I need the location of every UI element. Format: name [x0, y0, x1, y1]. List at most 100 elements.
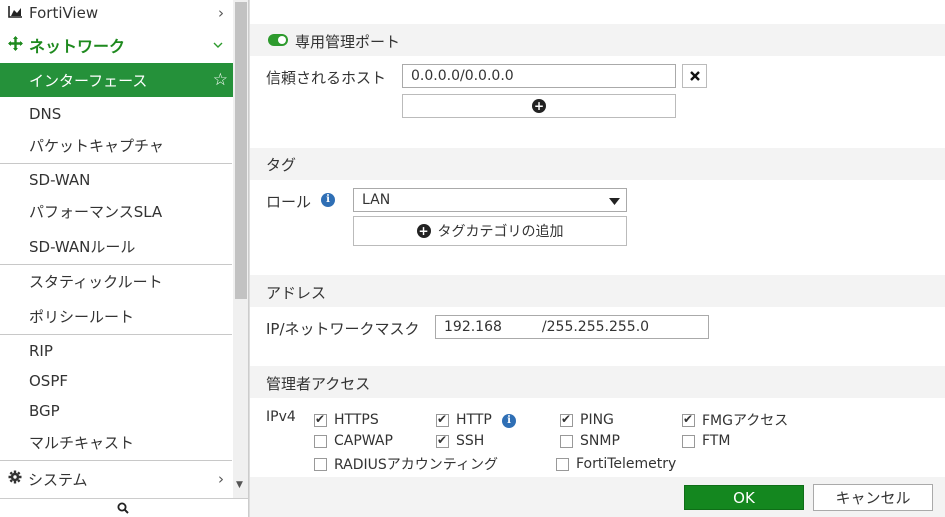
gear-icon: [8, 470, 22, 488]
sidebar-item-label: DNS: [29, 105, 62, 123]
role-label: ロール: [266, 193, 312, 211]
search-icon[interactable]: [117, 502, 129, 514]
sidebar-search-bar[interactable]: [0, 498, 248, 517]
admin-access-section-title: 管理者アクセス: [266, 375, 371, 393]
sidebar-item-policy-routes[interactable]: ポリシールート: [0, 300, 233, 332]
tags-section-band: [250, 148, 945, 180]
checkbox-box: [682, 434, 695, 448]
access-label: RADIUSアカウンティング: [334, 457, 498, 473]
sidebar-item-dns[interactable]: DNS: [0, 98, 233, 130]
trusted-host-input[interactable]: 0.0.0.0/0.0.0.0: [402, 64, 676, 88]
access-label: FMGアクセス: [702, 413, 789, 429]
sidebar-item-rip[interactable]: RIP: [0, 336, 233, 366]
access-radius-checkbox[interactable]: RADIUSアカウンティング: [314, 454, 498, 474]
scrollbar-thumb[interactable]: [235, 2, 247, 299]
access-label: PING: [580, 412, 614, 428]
checkbox-box: [314, 434, 327, 448]
interface-edit-form: 専用管理ポート 信頼されるホスト 0.0.0.0/0.0.0.0 + タグ ロー…: [249, 0, 945, 517]
sidebar-item-label: OSPF: [29, 372, 69, 390]
access-ping-checkbox[interactable]: PING: [560, 412, 614, 428]
sidebar-item-interfaces[interactable]: インターフェース ☆: [0, 63, 233, 97]
ipv4-label: IPv4: [266, 409, 296, 425]
sidebar-item-label: FortiView: [29, 4, 99, 22]
access-ftm-checkbox[interactable]: FTM: [682, 433, 730, 449]
sidebar-item-label: パフォーマンスSLA: [29, 202, 163, 221]
sidebar-item-label: ネットワーク: [29, 37, 126, 56]
tags-section-title: タグ: [266, 156, 297, 174]
sidebar: FortiView › ネットワーク インターフェース ☆ DNS パケットキャ…: [0, 0, 249, 517]
sidebar-item-ospf[interactable]: OSPF: [0, 366, 233, 396]
sidebar-item-performance-sla[interactable]: パフォーマンスSLA: [0, 195, 233, 227]
chevron-right-icon: ›: [218, 470, 224, 488]
sidebar-item-label: インターフェース: [29, 71, 148, 90]
scroll-down-arrow-icon[interactable]: ▼: [236, 480, 243, 490]
sidebar-item-label: ポリシールート: [29, 307, 135, 326]
dedicated-mgmt-toggle[interactable]: [268, 34, 288, 46]
address-section-band: [250, 275, 945, 307]
access-label: HTTPS: [334, 412, 379, 428]
access-http-checkbox[interactable]: HTTP: [436, 412, 492, 428]
access-label: FortiTelemetry: [576, 456, 677, 472]
sidebar-item-label: SD-WANルール: [29, 237, 136, 256]
divider: [0, 460, 232, 461]
sidebar-item-label: マルチキャスト: [29, 433, 135, 452]
mask-value: /255.255.255.0: [541, 319, 650, 335]
checkbox-box: [556, 457, 569, 471]
sidebar-item-sdwan[interactable]: SD-WAN: [0, 164, 233, 196]
sidebar-item-label: システム: [28, 470, 88, 489]
add-tag-category-button[interactable]: + タグカテゴリの追加: [353, 216, 627, 246]
checkbox-box: [436, 433, 449, 448]
address-section-title: アドレス: [266, 284, 327, 302]
sidebar-item-sdwan-rules[interactable]: SD-WANルール: [0, 230, 233, 262]
dedicated-mgmt-label: 専用管理ポート: [295, 33, 401, 51]
add-tag-category-label: タグカテゴリの追加: [437, 224, 564, 240]
sidebar-item-system[interactable]: システム ›: [0, 462, 233, 496]
access-capwap-checkbox[interactable]: CAPWAP: [314, 433, 393, 449]
trusted-hosts-label: 信頼されるホスト: [266, 69, 387, 87]
sidebar-item-packet-capture[interactable]: パケットキャプチャ: [0, 129, 233, 161]
checkbox-box: [314, 412, 327, 427]
checkbox-box: [436, 412, 449, 427]
close-icon: [689, 71, 700, 81]
info-icon[interactable]: i: [502, 414, 516, 428]
sidebar-item-fortiview[interactable]: FortiView ›: [0, 0, 233, 26]
sidebar-item-static-routes[interactable]: スタティックルート: [0, 265, 233, 297]
access-label: CAPWAP: [334, 433, 393, 449]
caret-down-icon: [609, 193, 620, 209]
info-icon[interactable]: i: [321, 193, 335, 207]
remove-host-button[interactable]: [682, 64, 707, 88]
chart-area-icon: [8, 4, 23, 22]
ip-value: 192.168: [444, 319, 502, 335]
sidebar-item-label: SD-WAN: [29, 171, 91, 189]
sidebar-item-label: BGP: [29, 402, 60, 420]
sidebar-item-network[interactable]: ネットワーク: [0, 28, 233, 62]
ip-netmask-label: IP/ネットワークマスク: [266, 320, 420, 338]
access-label: SSH: [456, 433, 485, 449]
access-https-checkbox[interactable]: HTTPS: [314, 412, 379, 428]
ok-button[interactable]: OK: [684, 485, 804, 510]
sidebar-scrollbar[interactable]: ▼: [233, 0, 248, 498]
sidebar-item-bgp[interactable]: BGP: [0, 396, 233, 426]
access-fmg-checkbox[interactable]: FMGアクセス: [682, 410, 788, 430]
sidebar-item-label: パケットキャプチャ: [29, 136, 164, 155]
cancel-button[interactable]: キャンセル: [813, 484, 933, 511]
network-move-icon: [8, 35, 23, 55]
checkbox-box: [560, 412, 573, 427]
role-select-value: LAN: [362, 192, 391, 208]
access-label: SNMP: [580, 433, 620, 449]
access-ssh-checkbox[interactable]: SSH: [436, 433, 484, 449]
sidebar-item-label: スタティックルート: [29, 272, 163, 291]
access-snmp-checkbox[interactable]: SNMP: [560, 433, 620, 449]
sidebar-item-multicast[interactable]: マルチキャスト: [0, 426, 233, 458]
chevron-right-icon: ›: [218, 4, 224, 22]
add-host-button[interactable]: +: [402, 94, 676, 118]
checkbox-box: [314, 457, 327, 471]
sidebar-item-label: RIP: [29, 342, 53, 360]
access-fortitelemetry-checkbox[interactable]: FortiTelemetry: [556, 456, 676, 472]
star-icon[interactable]: ☆: [213, 70, 228, 90]
role-select[interactable]: LAN: [353, 188, 627, 212]
access-label: HTTP: [456, 412, 492, 428]
access-label: FTM: [702, 433, 731, 449]
chevron-down-icon: [213, 38, 223, 52]
ip-netmask-input[interactable]: 192.168/255.255.255.0: [435, 315, 709, 339]
